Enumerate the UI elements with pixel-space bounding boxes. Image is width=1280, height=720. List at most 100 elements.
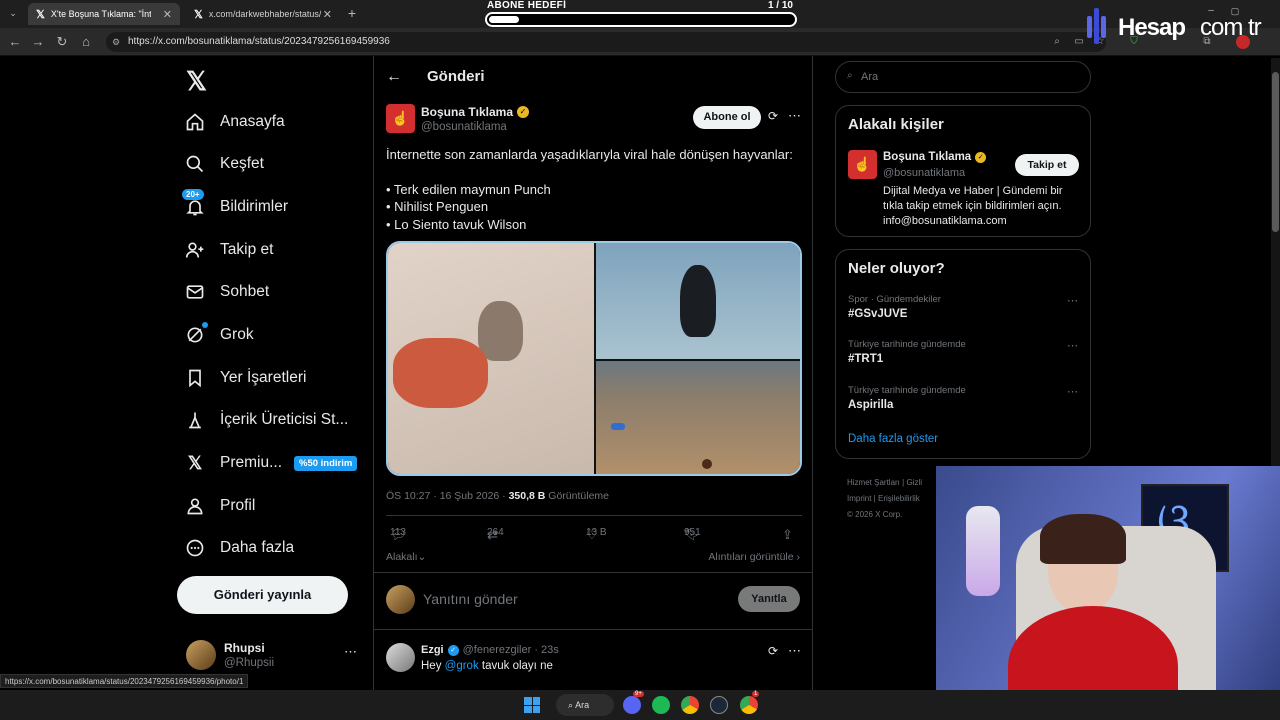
footer-link[interactable]: Imprint [847,494,871,503]
bookmark-action[interactable]: 🔖︎ 951 [684,527,701,541]
trend-more-icon[interactable]: ⋯ [1067,294,1078,307]
reply-author-name[interactable]: Ezgi [421,644,444,656]
page-title: Gönderi [427,68,485,85]
reply-input[interactable]: Yanıtını gönder [423,591,518,607]
spotify-icon[interactable] [652,696,670,714]
url-field[interactable]: ⚙ https://x.com/bosunatiklama/status/202… [106,32,1106,52]
brand-word-2: com tr [1200,14,1262,41]
post-bullet: • Terk edilen maymun Punch [386,181,551,197]
chicken-flood-photo[interactable] [596,361,800,474]
grok-dot [202,322,208,328]
reply-author-handle[interactable]: @fenerezgiler · 23s [463,644,559,656]
footer-link[interactable]: Gizli [906,478,922,487]
home-browser-icon[interactable]: ⌂ [77,33,95,51]
nav-home[interactable]: Anasayfa [184,105,285,139]
nav-follow[interactable]: Takip et [184,233,273,267]
sort-dropdown[interactable]: Alakalı⌄ [386,551,426,563]
reply-more-icon[interactable]: ⋯ [788,643,801,659]
account-more-icon[interactable]: ⋯ [344,644,357,660]
reply-author-row: Ezgi ✓ @fenerezgiler · 23s [421,644,559,656]
x-home-logo[interactable]: 𝕏 [186,66,207,97]
view-quotes-link[interactable]: Alıntıları görüntüle › [708,551,800,563]
nav-grok[interactable]: Grok [184,318,254,352]
divider [374,572,812,573]
monkey-photo[interactable] [388,243,594,474]
footer-link[interactable]: Hizmet Şartları [847,478,900,487]
related-handle[interactable]: @bosunatiklama [883,167,965,179]
search-input[interactable]: ⌕ Ara [835,61,1091,93]
nav-more[interactable]: Daha fazla [184,531,294,565]
subscriber-goal-overlay: ABONE HEDEFİ 1 / 10 [485,0,797,28]
tab-darkwebhaber[interactable]: 𝕏 x.com/darkwebhaber/status/20 ✕ [186,3,340,25]
new-tab-icon[interactable]: + [343,4,361,22]
related-name-row[interactable]: Boşuna Tıklama ✓ [883,151,987,163]
avatar[interactable] [386,643,415,672]
footer-link[interactable]: Erişilebilirlik [878,494,920,503]
windows-start-icon[interactable] [524,697,540,713]
profile-icon [184,495,206,517]
trend-item[interactable]: Spor · Gündemdekiler #GSvJUVE ⋯ [848,294,1080,320]
grok-mention-link[interactable]: @grok [445,660,479,672]
taskbar-search[interactable]: ⌕ Ara [556,694,614,716]
grok-explain-icon[interactable]: ⟳ [768,109,778,123]
back-arrow-icon[interactable]: ← [386,68,402,86]
subscribe-button[interactable]: Abone ol [693,106,761,129]
author-avatar[interactable]: ☝ [386,104,415,133]
nav-explore[interactable]: Keşfet [184,147,264,181]
show-more-link[interactable]: Daha fazla göster [848,433,938,445]
more-icon [184,537,206,559]
nav-label: Grok [220,326,254,343]
account-switcher[interactable]: Rhupsi @Rhupsii ⋯ [184,638,364,672]
trend-item[interactable]: Türkiye tarihinde gündemde Aspirilla ⋯ [848,385,1080,411]
trends-card: Neler oluyor? Spor · Gündemdekiler #GSvJ… [835,249,1091,459]
plush-toy [393,338,488,408]
reload-icon[interactable]: ↻ [53,33,71,51]
author-name-row[interactable]: Boşuna Tıklama ✓ [421,105,530,119]
nav-profile[interactable]: Profil [184,489,255,523]
penguin-photo[interactable] [596,243,800,359]
nav-creator-studio[interactable]: İçerik Üreticisi St... [184,403,348,437]
footer-links: Hizmet Şartları | Gizli Imprint | Erişil… [847,475,947,523]
trend-item[interactable]: Türkiye tarihinde gündemde #TRT1 ⋯ [848,339,1080,365]
discord-icon[interactable]: 9+ [623,691,644,714]
nav-bookmarks[interactable]: Yer İşaretleri [184,361,306,395]
tab-post[interactable]: 𝕏 X'te Boşuna Tıklama: "İnter ✕ [28,3,180,25]
windows-taskbar: ⌕ Ara 9+ 1 [0,690,1280,720]
post-more-icon[interactable]: ⋯ [788,108,801,124]
tab-list-icon[interactable]: ⌄ [4,4,22,22]
goal-count: 1 / 10 [767,0,793,11]
account-name: Rhupsi [224,641,265,655]
follow-button[interactable]: Takip et [1015,154,1079,176]
site-info-icon[interactable]: ⚙ [112,32,120,52]
nav-chat[interactable]: Sohbet [184,275,269,309]
trend-more-icon[interactable]: ⋯ [1067,385,1078,398]
reply-grok-icon[interactable]: ⟳ [768,644,778,658]
nav-premium[interactable]: 𝕏 Premiu... %50 indirim [184,446,358,480]
post-timestamp[interactable]: ÖS 10:27 · 16 Şub 2026 · [386,490,509,502]
post-media-grid[interactable] [386,241,802,476]
goal-progress-bar [485,12,797,27]
share-icon[interactable]: ⇪ [782,527,793,543]
steam-icon[interactable] [710,696,728,714]
post-button[interactable]: Gönderi yayınla [177,576,348,614]
views-count: 350,8 B [508,490,546,502]
forward-icon[interactable]: → [29,33,47,51]
reply-submit-button[interactable]: Yanıtla [738,586,800,612]
home-icon [184,111,206,133]
chrome-icon[interactable] [681,696,699,714]
nav-notifications[interactable]: 20+ Bildirimler [182,189,288,224]
like-action[interactable]: ♡ 13 B [586,527,607,542]
zoom-icon[interactable]: ⌕ [1050,35,1064,49]
close-tab-icon[interactable]: ✕ [323,8,332,21]
close-tab-icon[interactable]: ✕ [163,8,172,21]
chrome-active-icon[interactable]: 1 [740,691,760,714]
back-icon[interactable]: ← [6,33,24,51]
repost-action[interactable]: ⇄ 264 [487,527,504,542]
related-avatar[interactable]: ☝ [848,150,877,179]
related-bio: Dijital Medya ve Haber | Gündemi bir tık… [883,185,1063,227]
author-handle[interactable]: @bosunatiklama [421,121,507,133]
reply-action[interactable]: 💬︎ 113 [390,527,407,542]
divider [386,515,802,516]
trend-more-icon[interactable]: ⋯ [1067,339,1078,352]
scrollbar-thumb[interactable] [1272,72,1279,232]
